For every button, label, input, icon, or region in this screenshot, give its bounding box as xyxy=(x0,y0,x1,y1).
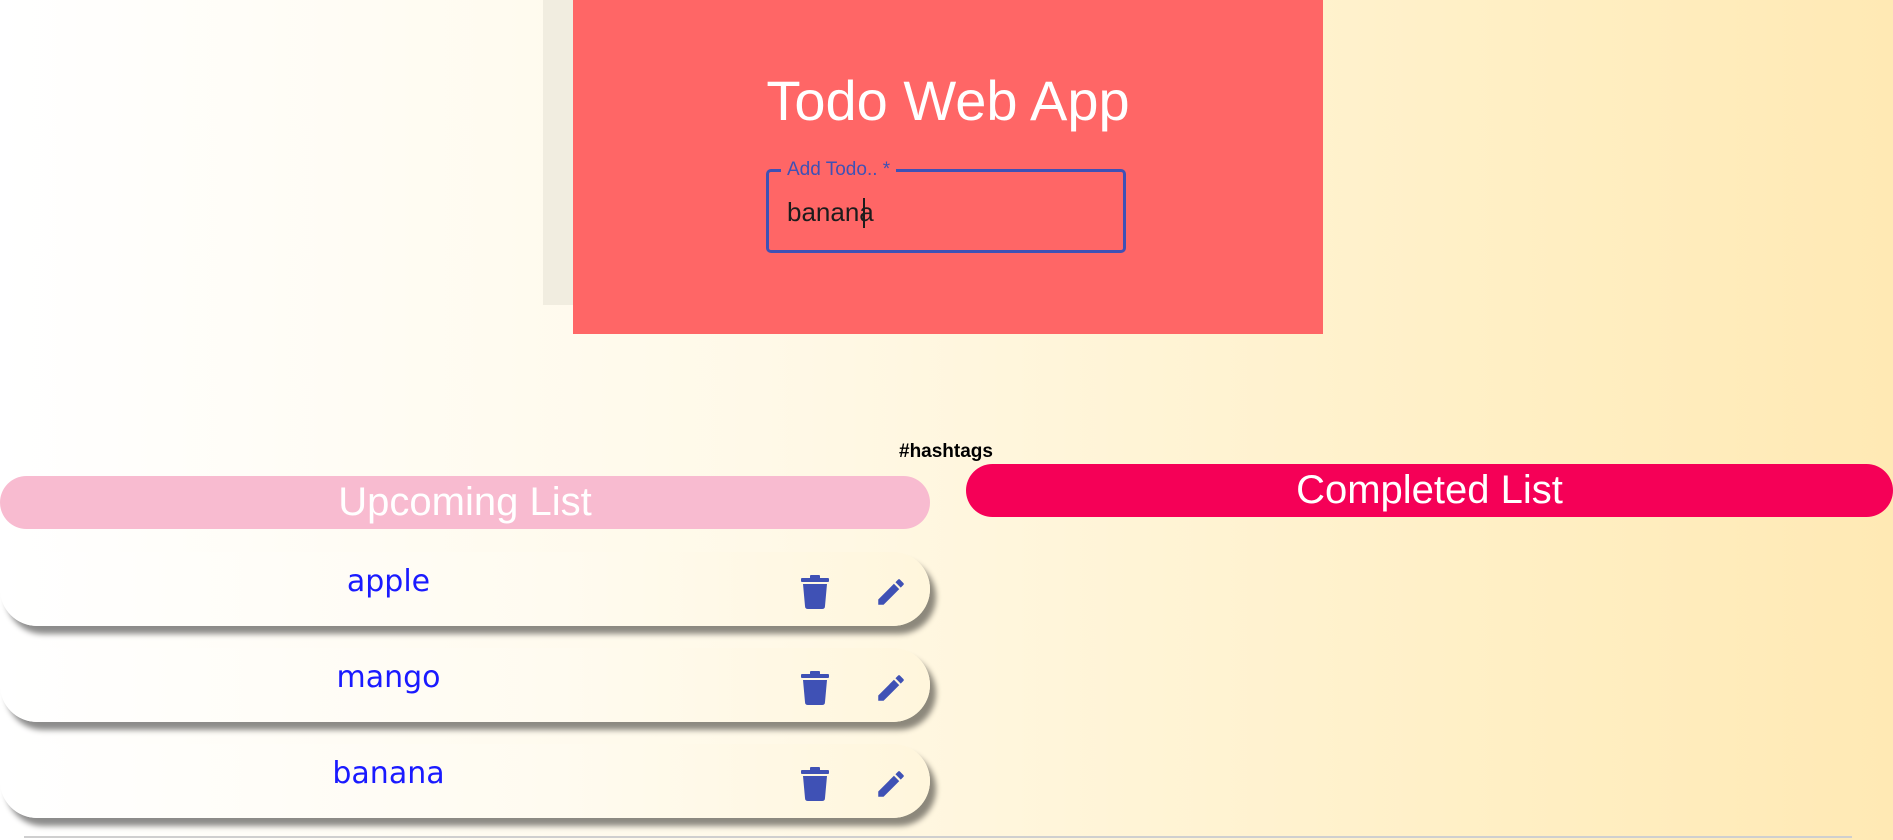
todo-item[interactable]: banana xyxy=(0,744,930,818)
todo-item-text: apple xyxy=(346,564,431,599)
hashtags-link[interactable]: #hashtags xyxy=(899,441,993,463)
trash-icon xyxy=(801,767,829,801)
pencil-icon xyxy=(878,579,904,605)
pencil-icon xyxy=(878,675,904,701)
delete-button[interactable] xyxy=(795,764,835,804)
header-shadow xyxy=(543,0,573,305)
completed-list-header: Completed List xyxy=(966,464,1893,517)
text-caret xyxy=(863,198,865,228)
todo-item[interactable]: apple xyxy=(0,552,930,626)
upcoming-list-header: Upcoming List xyxy=(0,476,930,529)
pencil-icon xyxy=(878,771,904,797)
add-todo-field[interactable]: Add Todo.. * xyxy=(766,159,1126,253)
edit-button[interactable] xyxy=(871,572,911,612)
todo-item[interactable]: mango xyxy=(0,648,930,722)
trash-icon xyxy=(801,671,829,705)
edit-button[interactable] xyxy=(871,764,911,804)
edit-button[interactable] xyxy=(871,668,911,708)
add-todo-input[interactable] xyxy=(787,194,1107,230)
todo-item-text: mango xyxy=(336,660,441,695)
trash-icon xyxy=(801,575,829,609)
add-todo-label: Add Todo.. * xyxy=(781,159,897,181)
page-bottom-divider xyxy=(24,836,1852,838)
delete-button[interactable] xyxy=(795,572,835,612)
header-card: Todo Web App Add Todo.. * xyxy=(573,0,1323,334)
delete-button[interactable] xyxy=(795,668,835,708)
todo-item-text: banana xyxy=(332,756,445,791)
app-title: Todo Web App xyxy=(766,69,1130,132)
